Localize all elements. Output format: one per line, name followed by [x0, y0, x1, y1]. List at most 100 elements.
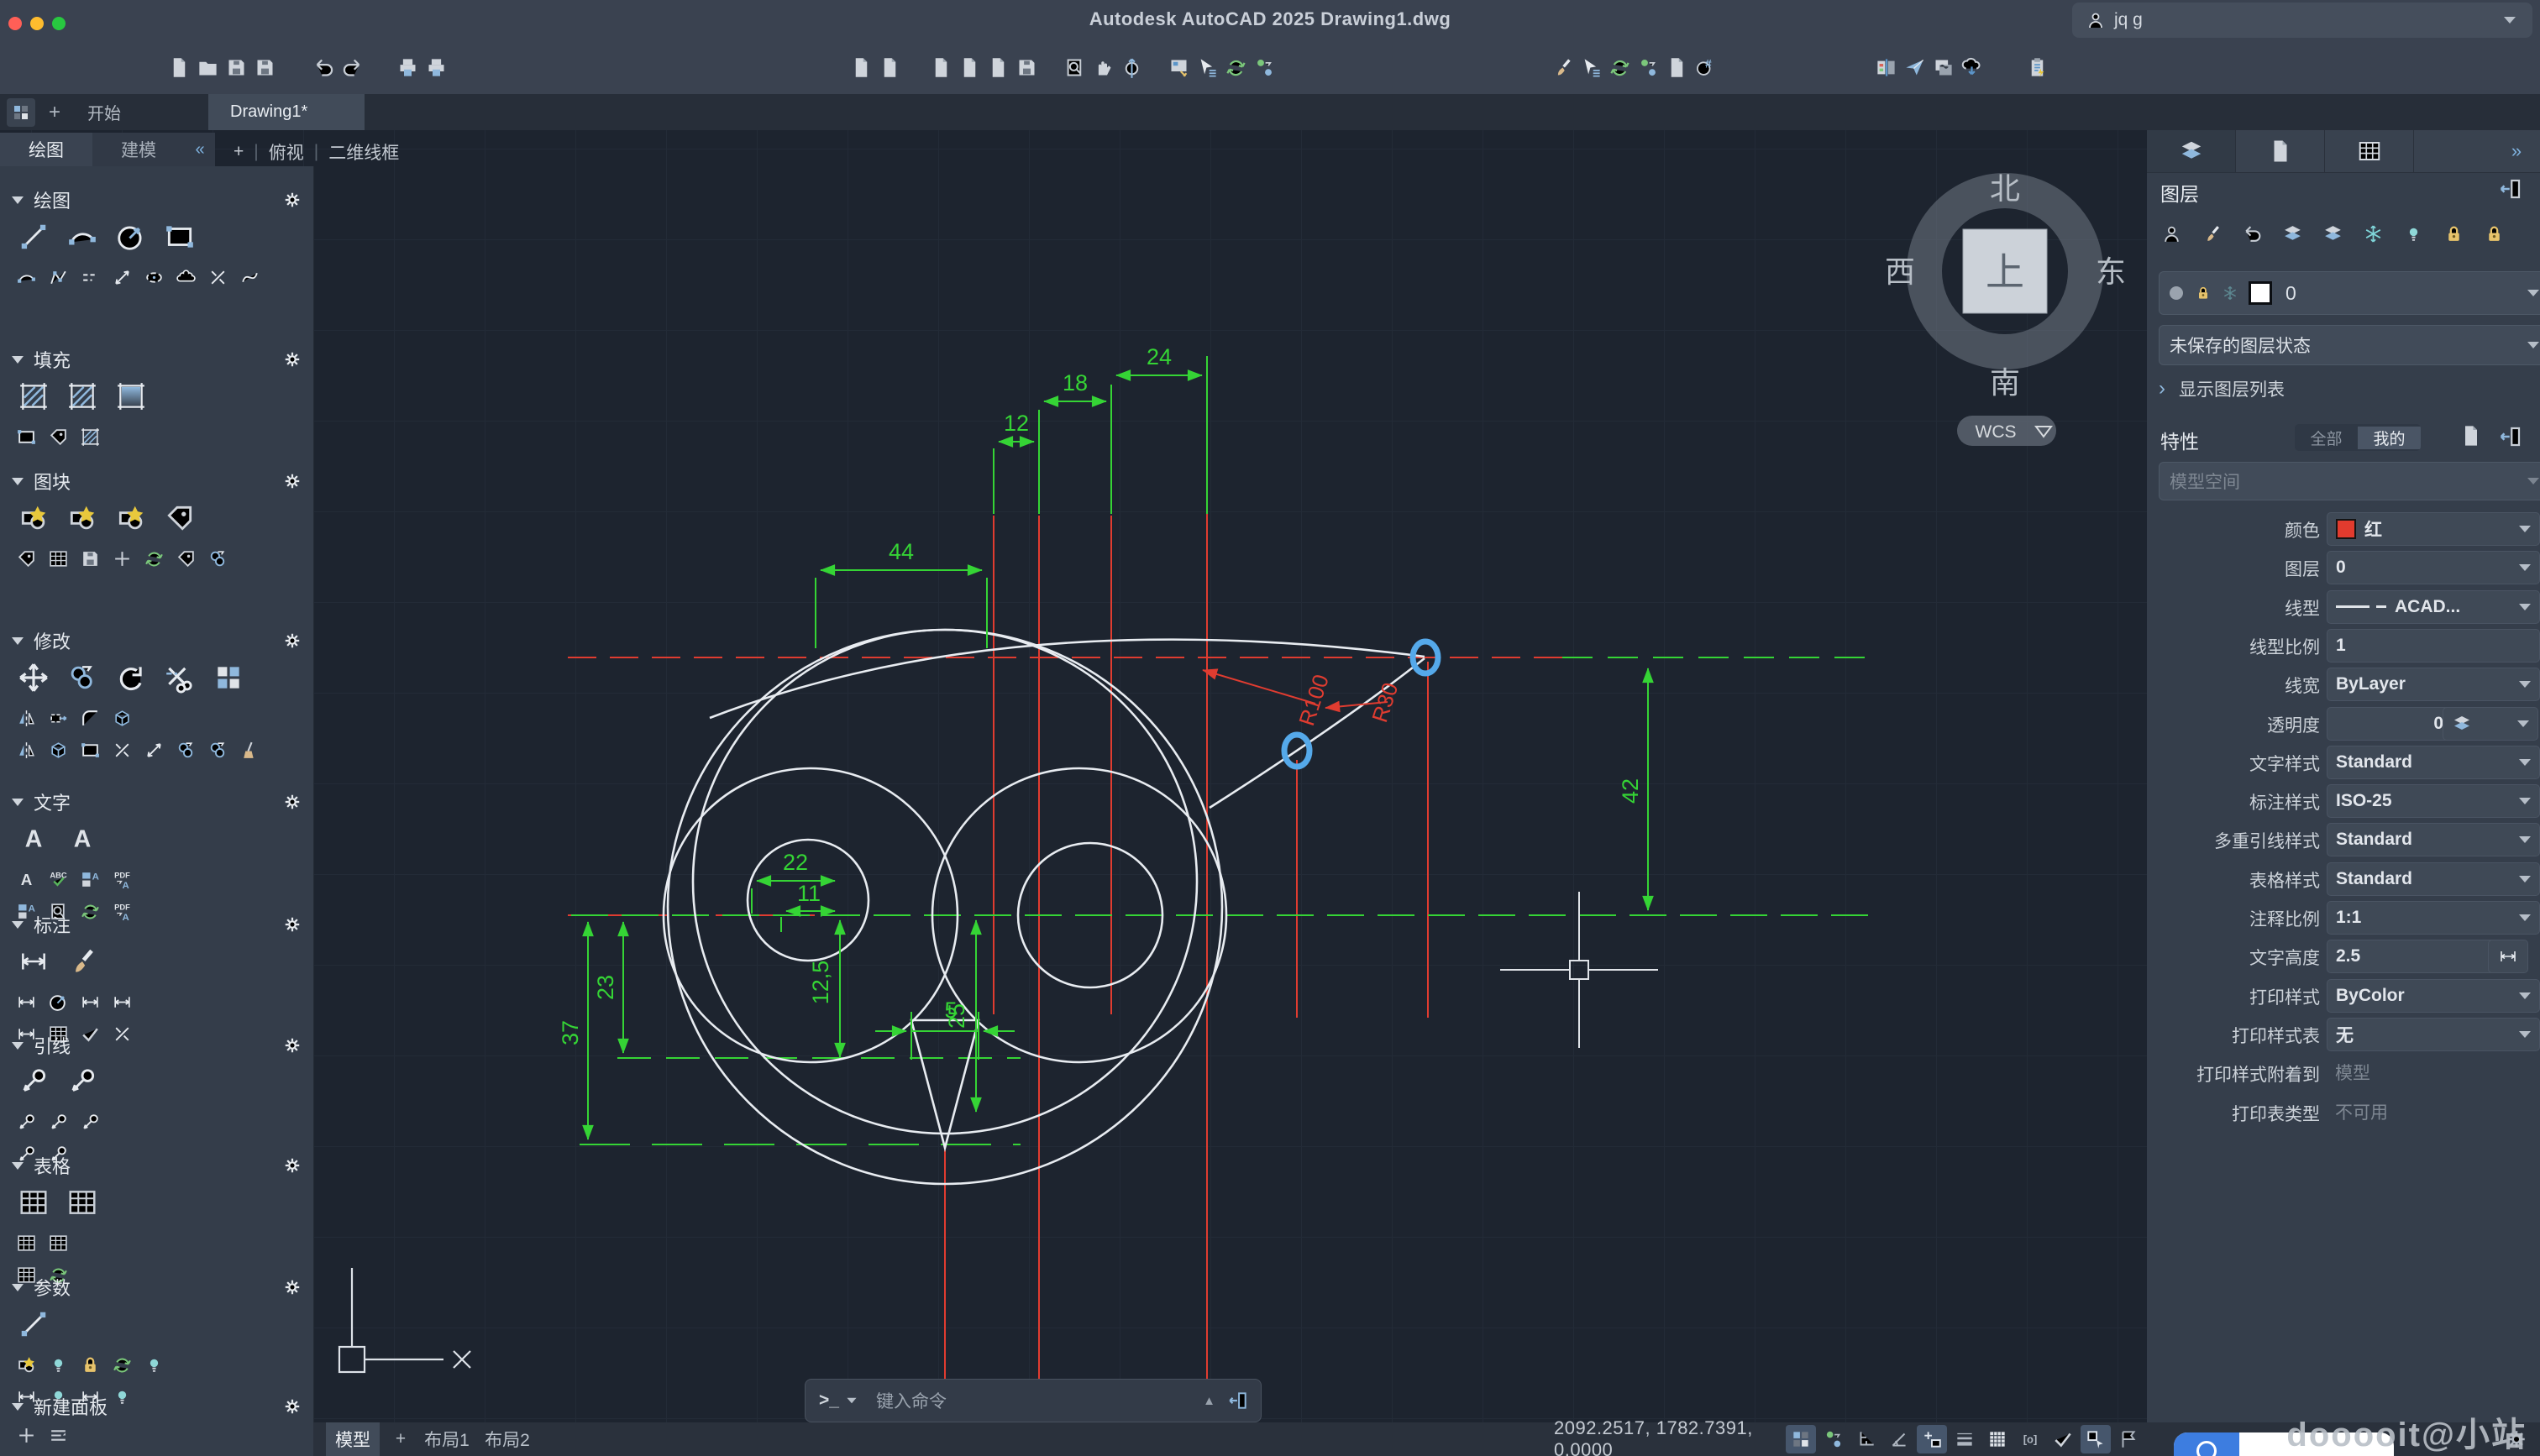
- boundary-tool[interactable]: [13, 424, 39, 449]
- layer-lock-icon[interactable]: [2195, 285, 2212, 301]
- attribute-sync-tool[interactable]: [141, 546, 166, 571]
- layer-unisolate-button[interactable]: [2320, 221, 2345, 246]
- spline-tool[interactable]: [237, 264, 262, 290]
- property-value-注释比例[interactable]: 1:1: [2327, 901, 2540, 935]
- edit-attribute-tool[interactable]: [160, 497, 200, 539]
- section-settings-button[interactable]: [283, 631, 302, 650]
- section-settings-button[interactable]: [283, 1397, 302, 1416]
- zoom-window-button[interactable]: [1060, 50, 1089, 84]
- section-settings-button[interactable]: [283, 1036, 302, 1055]
- dwg-compare-button[interactable]: [1871, 50, 1900, 84]
- tab-sheets[interactable]: [2325, 130, 2414, 172]
- move-tool[interactable]: [13, 657, 54, 699]
- arc-start-tool[interactable]: [62, 216, 102, 258]
- space-dropdown[interactable]: 模型空间: [2159, 462, 2540, 500]
- tab-layout2[interactable]: 布局2: [480, 1422, 534, 1456]
- import-button[interactable]: [926, 50, 955, 84]
- add-layout-button[interactable]: +: [388, 1422, 413, 1456]
- tab-references[interactable]: [2236, 130, 2325, 172]
- batch-print-button[interactable]: [422, 50, 450, 84]
- viewport-controls[interactable]: + | 俯视 | 二维线框: [234, 139, 399, 165]
- match-properties-button[interactable]: [1164, 50, 1193, 84]
- collapse-triangle-icon[interactable]: [12, 1161, 24, 1170]
- tab-layers[interactable]: [2147, 130, 2236, 172]
- dimension-insert-tool[interactable]: [77, 989, 102, 1014]
- undo-button[interactable]: [309, 50, 338, 84]
- layer-user-button[interactable]: [2159, 221, 2184, 246]
- section-settings-button[interactable]: [283, 1156, 302, 1175]
- table-download-tool[interactable]: [45, 1230, 71, 1255]
- save-web-button[interactable]: [1012, 50, 1041, 84]
- action-recorder-button[interactable]: [2023, 50, 2051, 84]
- polyline-tool[interactable]: [45, 264, 71, 290]
- select-similar-button[interactable]: [1577, 50, 1605, 84]
- divide-button[interactable]: [1634, 50, 1662, 84]
- object-snap-tracking-toggle[interactable]: [1917, 1425, 1947, 1453]
- chevron-down-icon[interactable]: [847, 1397, 857, 1404]
- align-leaders-tool[interactable]: [45, 1110, 71, 1135]
- view-direction-button[interactable]: 俯视: [269, 139, 304, 165]
- section-settings-button[interactable]: [283, 915, 302, 934]
- layer-freeze-button[interactable]: [2360, 221, 2385, 246]
- collapse-triangle-icon[interactable]: [12, 355, 24, 364]
- fillet-tool[interactable]: [77, 705, 102, 731]
- break-tool[interactable]: [205, 264, 230, 290]
- property-value-打印样式[interactable]: ByColor: [2327, 978, 2540, 1013]
- collapse-triangle-icon[interactable]: [12, 798, 24, 806]
- align-tool[interactable]: [205, 737, 230, 762]
- edit-properties-icon[interactable]: [2459, 424, 2483, 448]
- property-value-线型比例[interactable]: 1: [2327, 628, 2540, 663]
- create-block-tool[interactable]: [62, 497, 102, 539]
- property-value-表格样式[interactable]: Standard: [2327, 862, 2540, 896]
- tab-layout1[interactable]: 布局1: [420, 1422, 474, 1456]
- edit-text-tool[interactable]: [62, 818, 102, 860]
- lineweight-display-toggle[interactable]: [1950, 1425, 1980, 1453]
- chamfer-cube-tool[interactable]: [45, 737, 71, 762]
- collapse-triangle-icon[interactable]: [12, 477, 24, 485]
- table-export-tool[interactable]: [13, 1230, 39, 1255]
- new-drawing-tab-button[interactable]: +: [42, 98, 67, 127]
- pdf-import-tool[interactable]: [109, 867, 134, 892]
- collapse-triangle-icon[interactable]: [12, 1283, 24, 1291]
- toolset-tab-model[interactable]: 建模: [92, 133, 185, 166]
- table-tool[interactable]: [13, 1181, 54, 1223]
- ortho-mode-toggle[interactable]: [1851, 1425, 1881, 1453]
- tab-drawing1[interactable]: Drawing1*: [208, 94, 365, 130]
- array-tool[interactable]: [208, 657, 249, 699]
- circle-radius-tool[interactable]: [111, 216, 151, 258]
- share-command-icon[interactable]: [1227, 1390, 1249, 1411]
- hatch-pattern-tool[interactable]: [62, 375, 102, 417]
- visual-style-button[interactable]: 二维线框: [328, 139, 399, 165]
- constraint-show-tool[interactable]: [45, 1352, 71, 1377]
- dimension-center-tool[interactable]: [45, 989, 71, 1014]
- dimension-ordinate-tool[interactable]: [109, 989, 134, 1014]
- panel-add-tool[interactable]: [13, 1422, 39, 1448]
- hatch-tool[interactable]: [13, 375, 54, 417]
- edit-block-tool[interactable]: [111, 497, 151, 539]
- section-settings-button[interactable]: [283, 1278, 302, 1296]
- block-add-tool[interactable]: [109, 546, 134, 571]
- section-settings-button[interactable]: [283, 350, 302, 369]
- gradient-tool[interactable]: [111, 375, 151, 417]
- text-align-tool[interactable]: [13, 867, 39, 892]
- rotate-tool[interactable]: [111, 657, 151, 699]
- constraint-lock-tool[interactable]: [77, 1352, 102, 1377]
- layer-color-swatch[interactable]: [2249, 281, 2272, 305]
- orbit-button[interactable]: [1117, 50, 1146, 84]
- layer-states-dropdown[interactable]: 未保存的图层状态: [2159, 325, 2540, 365]
- quick-calc-button[interactable]: [1662, 50, 1691, 84]
- text-columns-tool[interactable]: [77, 867, 102, 892]
- save-button[interactable]: [222, 50, 250, 84]
- spell-check-tool[interactable]: [45, 867, 71, 892]
- layer-isolate-button[interactable]: [2280, 221, 2305, 246]
- quick-select-button[interactable]: [1193, 50, 1221, 84]
- property-value-线宽[interactable]: ByLayer: [2327, 668, 2540, 702]
- layer-on-icon[interactable]: [2170, 286, 2183, 300]
- command-input-placeholder[interactable]: 键入命令: [876, 1388, 947, 1413]
- layer-previous-button[interactable]: [2239, 221, 2264, 246]
- layer-edit-button[interactable]: [2199, 221, 2224, 246]
- collapse-palette-button[interactable]: «: [185, 133, 215, 166]
- scale-tool[interactable]: [77, 737, 102, 762]
- close-panel-icon[interactable]: [2498, 424, 2523, 449]
- show-layer-list-row[interactable]: › 显示图层列表: [2159, 376, 2528, 401]
